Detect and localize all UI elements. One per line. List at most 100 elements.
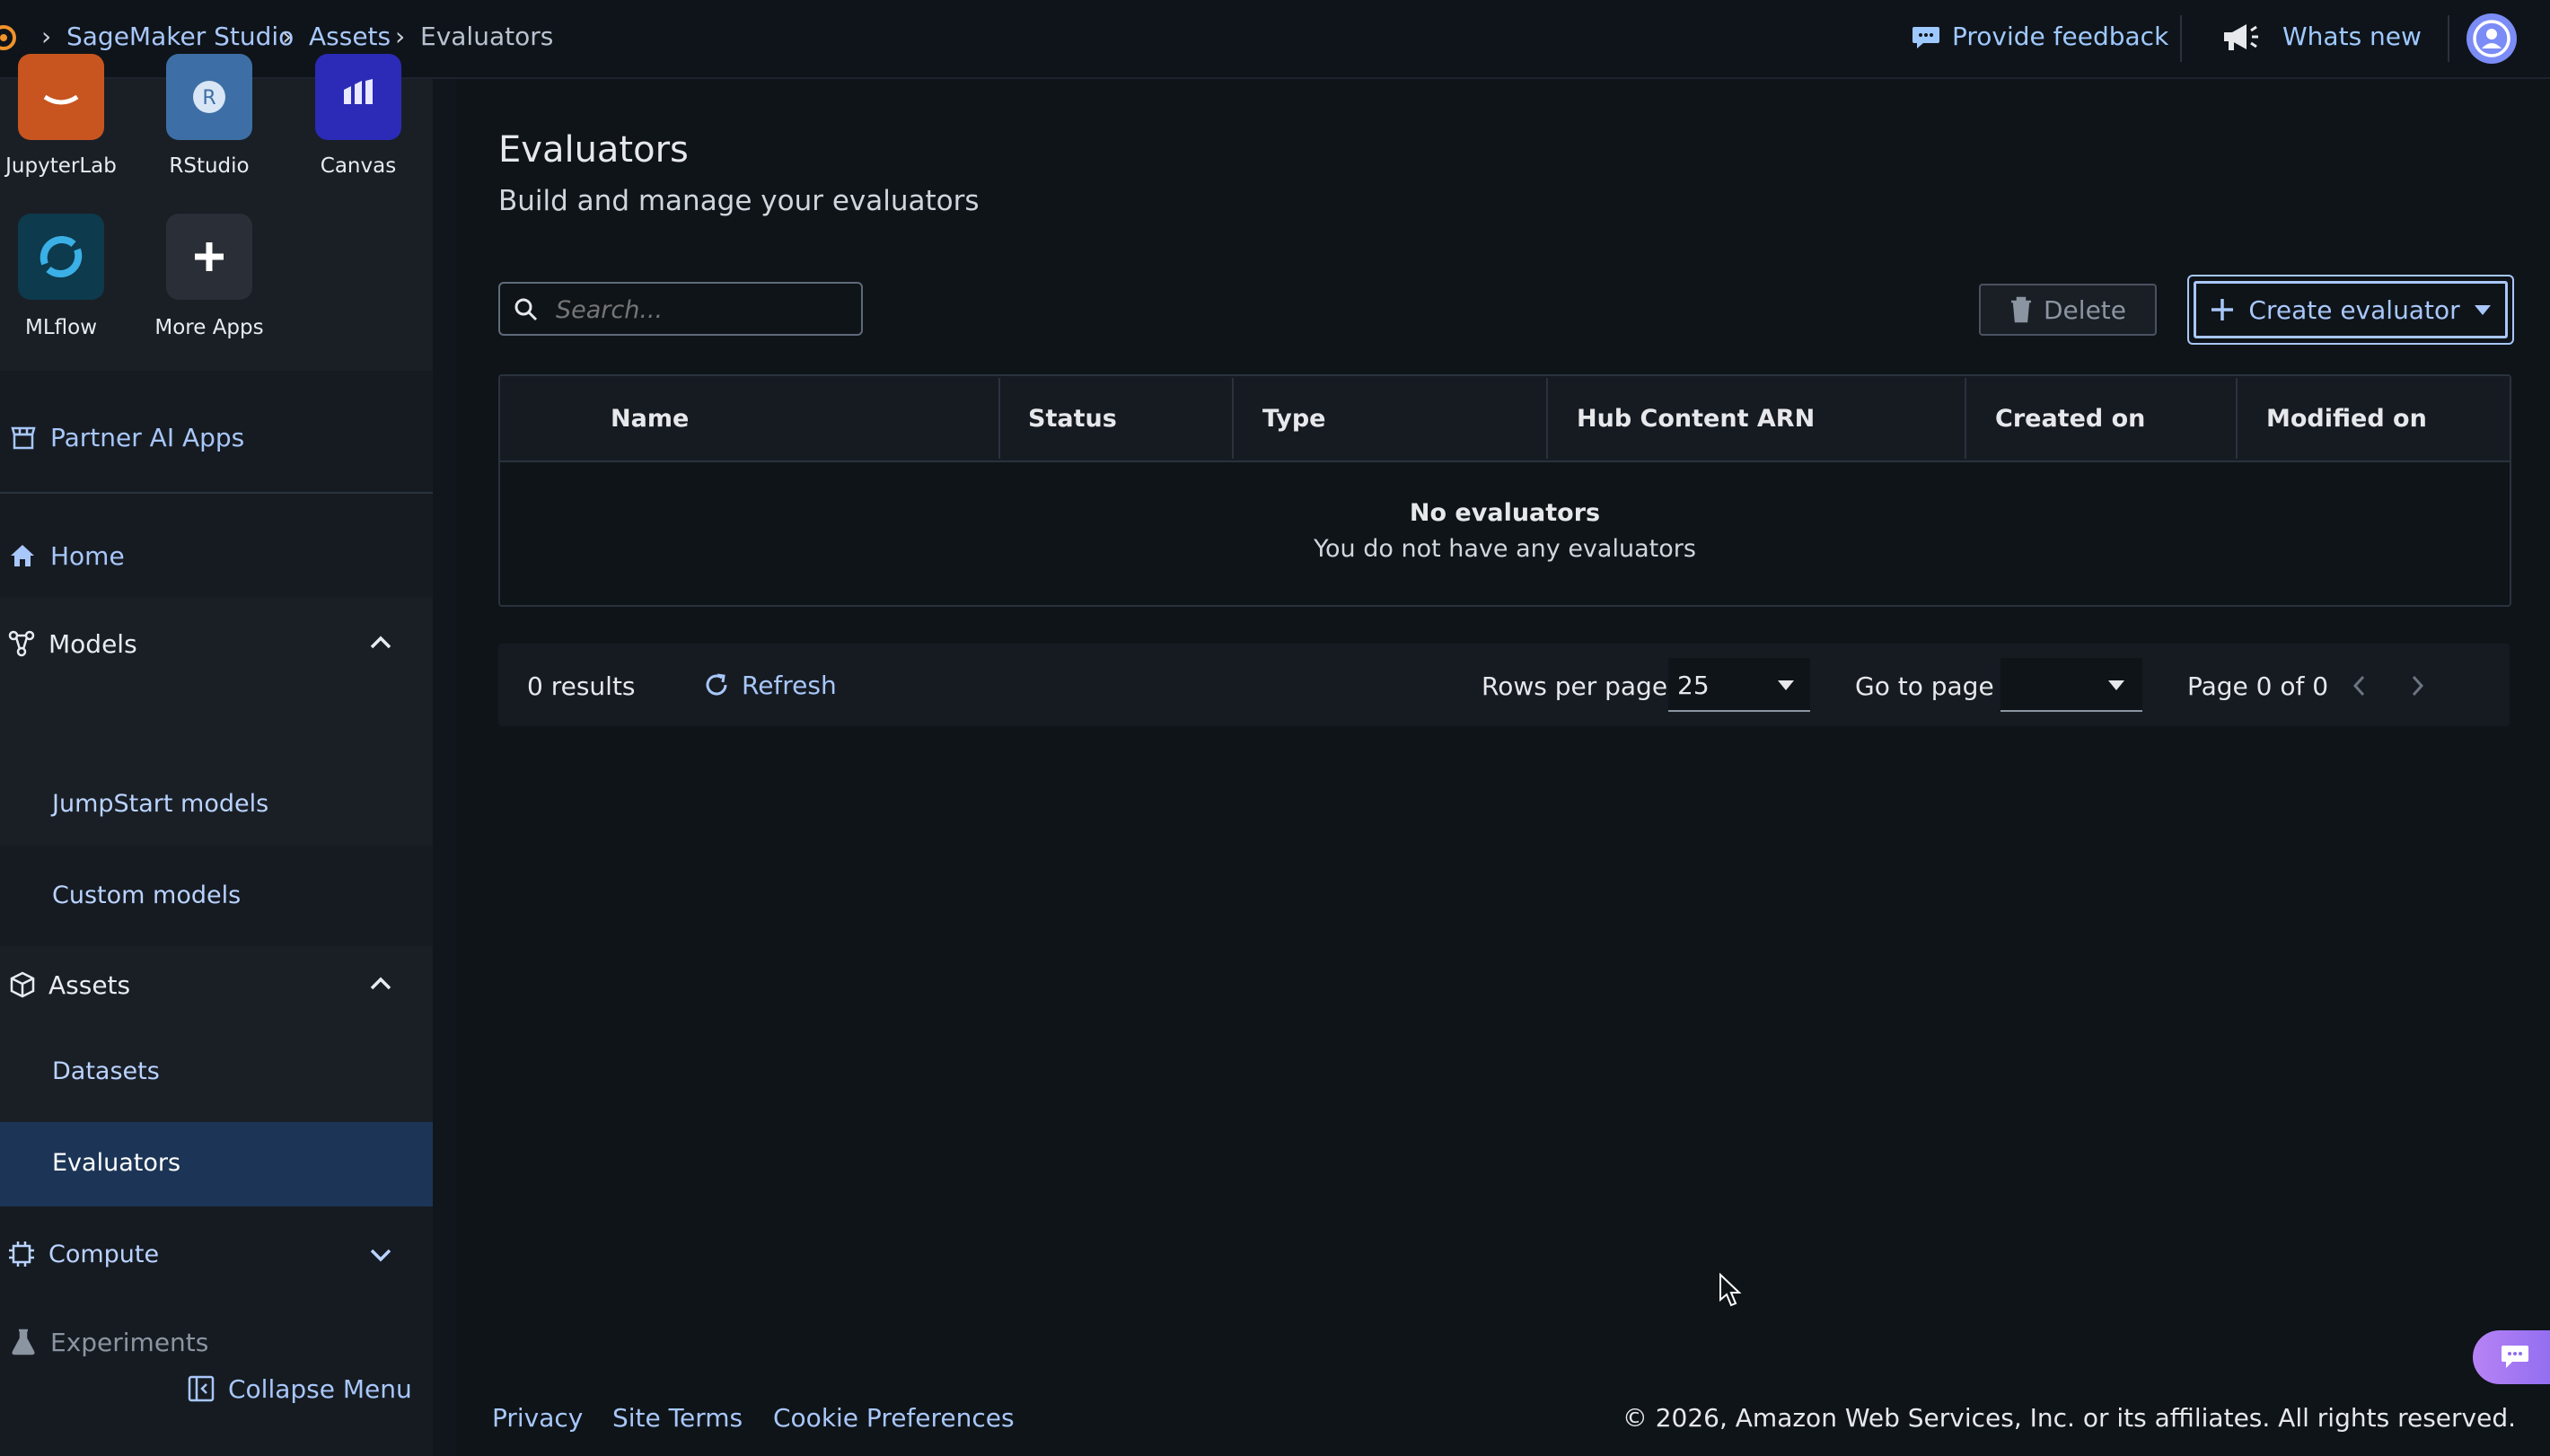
footer-copyright: © 2026, Amazon Web Services, Inc. or its… bbox=[1622, 1403, 2516, 1433]
sidebar-item-label: Assets bbox=[48, 969, 131, 1000]
apps-panel: JupyterLab R RStudio Canvas MLflow More … bbox=[0, 54, 433, 371]
rstudio-icon: R bbox=[166, 54, 252, 140]
chevron-up-icon[interactable] bbox=[368, 975, 393, 993]
mlflow-label: MLflow bbox=[24, 316, 98, 339]
plus-icon bbox=[2211, 299, 2234, 320]
create-evaluator-label: Create evaluator bbox=[2248, 294, 2460, 325]
go-to-page-label: Go to page bbox=[1855, 671, 1994, 701]
sagemaker-logo-icon[interactable] bbox=[0, 22, 20, 54]
create-evaluator-button[interactable]: Create evaluator bbox=[2187, 275, 2514, 345]
sidebar-item-assets[interactable]: Assets bbox=[9, 964, 130, 1005]
sidebar-item-evaluators[interactable]: Evaluators bbox=[0, 1122, 433, 1206]
sidebar-item-label: Models bbox=[48, 628, 137, 659]
footer-privacy-link[interactable]: Privacy bbox=[492, 1403, 583, 1433]
jupyterlab-label: JupyterLab bbox=[5, 154, 117, 178]
provide-feedback-link[interactable] bbox=[1911, 20, 1941, 56]
breadcrumb-assets[interactable]: Assets bbox=[309, 22, 391, 51]
caret-down-icon bbox=[2108, 680, 2124, 690]
collapse-panel-icon bbox=[188, 1375, 215, 1402]
chevron-left-icon[interactable] bbox=[2349, 673, 2370, 698]
column-header-hub-content-arn[interactable]: Hub Content ARN bbox=[1577, 405, 1815, 433]
breadcrumb-chevron-icon: › bbox=[395, 22, 406, 51]
empty-state-title: No evaluators bbox=[1409, 499, 1601, 527]
sidebar-item-label: Experiments bbox=[50, 1327, 209, 1357]
more-apps-label: More Apps bbox=[154, 316, 264, 339]
delete-label: Delete bbox=[2044, 294, 2126, 325]
assets-cube-icon bbox=[10, 971, 35, 998]
column-separator[interactable] bbox=[1965, 378, 1966, 459]
rstudio-label: RStudio bbox=[169, 154, 250, 178]
trash-icon bbox=[2011, 296, 2031, 323]
sidebar: JupyterLab R RStudio Canvas MLflow More … bbox=[0, 54, 433, 1456]
sidebar-item-experiments[interactable]: Experiments bbox=[11, 1321, 208, 1363]
sidebar-item-models[interactable]: Models bbox=[7, 623, 137, 664]
chat-bubble-icon bbox=[2502, 1346, 2528, 1368]
page-subtitle: Build and manage your evaluators bbox=[498, 185, 980, 217]
refresh-icon bbox=[706, 673, 727, 696]
flask-icon bbox=[12, 1329, 35, 1355]
empty-state-text: You do not have any evaluators bbox=[1314, 535, 1696, 563]
search-box[interactable] bbox=[498, 282, 863, 336]
mouse-cursor-icon bbox=[1719, 1273, 1742, 1307]
column-header-modified-on[interactable]: Modified on bbox=[2266, 405, 2427, 433]
column-header-name[interactable]: Name bbox=[611, 405, 689, 433]
collapse-menu-button[interactable]: Collapse Menu bbox=[187, 1368, 412, 1409]
column-header-type[interactable]: Type bbox=[1262, 405, 1325, 433]
sidebar-item-datasets[interactable]: Datasets bbox=[52, 1057, 160, 1085]
breadcrumb-chevron-icon: › bbox=[41, 22, 52, 51]
svg-text:R: R bbox=[202, 87, 215, 110]
home-icon bbox=[11, 545, 34, 566]
search-input[interactable] bbox=[554, 291, 845, 329]
sidebar-item-label: Compute bbox=[48, 1240, 160, 1268]
table-header bbox=[500, 376, 2510, 462]
search-icon bbox=[514, 298, 538, 321]
footer-site-terms-link[interactable]: Site Terms bbox=[612, 1403, 743, 1433]
topbar-divider bbox=[2180, 15, 2182, 62]
mlflow-icon bbox=[18, 214, 104, 300]
breadcrumb-sagemaker-studio[interactable]: SageMaker Studio bbox=[66, 22, 294, 51]
whats-new-label[interactable]: Whats new bbox=[2282, 22, 2422, 51]
chat-assistant-button[interactable] bbox=[2473, 1330, 2550, 1384]
chevron-right-icon[interactable] bbox=[2406, 673, 2428, 698]
topbar-divider bbox=[2448, 15, 2449, 62]
caret-down-icon bbox=[1778, 680, 1794, 690]
column-separator[interactable] bbox=[1546, 378, 1548, 459]
page-indicator: Page 0 of 0 bbox=[2187, 671, 2329, 701]
refresh-button[interactable]: Refresh bbox=[702, 664, 837, 706]
breadcrumb-chevron-icon: › bbox=[282, 22, 293, 51]
provide-feedback-label[interactable]: Provide feedback bbox=[1952, 22, 2168, 51]
chevron-down-icon[interactable] bbox=[368, 1246, 393, 1264]
rows-per-page-value: 25 bbox=[1677, 671, 1710, 700]
footer-cookie-preferences-link[interactable]: Cookie Preferences bbox=[773, 1403, 1015, 1433]
rows-per-page-label: Rows per page bbox=[1482, 671, 1668, 701]
rows-per-page-select[interactable]: 25 bbox=[1668, 658, 1810, 712]
store-icon bbox=[11, 426, 36, 450]
jupyterlab-icon bbox=[18, 54, 104, 140]
canvas-label: Canvas bbox=[320, 154, 397, 178]
megaphone-icon[interactable] bbox=[2221, 22, 2259, 54]
models-graph-icon bbox=[8, 630, 35, 657]
feedback-bubble-icon bbox=[1912, 27, 1939, 48]
column-separator[interactable] bbox=[2236, 378, 2238, 459]
sidebar-item-compute[interactable]: Compute bbox=[7, 1233, 159, 1275]
chip-icon bbox=[9, 1241, 34, 1267]
collapse-menu-label: Collapse Menu bbox=[228, 1373, 412, 1404]
partner-ai-apps-link[interactable]: Partner AI Apps bbox=[9, 417, 244, 458]
user-avatar-icon[interactable] bbox=[2466, 13, 2518, 65]
sidebar-item-jumpstart-models[interactable]: JumpStart models bbox=[52, 790, 268, 818]
sidebar-border bbox=[433, 79, 456, 1456]
delete-button[interactable]: Delete bbox=[1979, 284, 2157, 336]
go-to-page-select[interactable] bbox=[2000, 658, 2142, 712]
sidebar-item-label: Evaluators bbox=[52, 1149, 181, 1177]
refresh-label: Refresh bbox=[742, 670, 837, 700]
column-separator[interactable] bbox=[998, 378, 1000, 459]
sidebar-item-home[interactable]: Home bbox=[9, 535, 125, 576]
sidebar-item-custom-models[interactable]: Custom models bbox=[52, 881, 241, 909]
column-separator[interactable] bbox=[1232, 378, 1234, 459]
column-header-created-on[interactable]: Created on bbox=[1995, 405, 2145, 433]
column-header-status[interactable]: Status bbox=[1028, 405, 1117, 433]
sidebar-item-label: Home bbox=[50, 540, 125, 571]
chevron-up-icon[interactable] bbox=[368, 634, 393, 652]
partner-ai-apps-label: Partner AI Apps bbox=[50, 422, 245, 452]
